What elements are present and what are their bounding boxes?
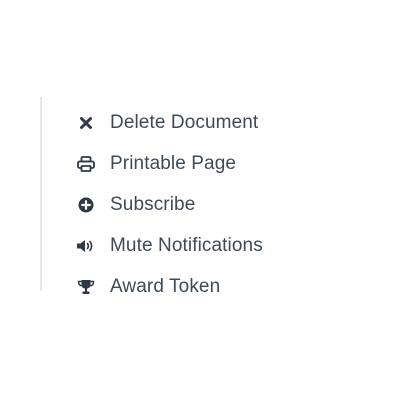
subscribe-item[interactable]: Subscribe (74, 184, 263, 225)
printable-page-item[interactable]: Printable Page (74, 143, 263, 184)
print-icon (74, 153, 98, 175)
mute-notifications-item[interactable]: Mute Notifications (74, 225, 263, 266)
delete-document-label: Delete Document (110, 111, 259, 133)
actions-list: Delete Document Printable Page Subscribe… (74, 102, 263, 307)
delete-document-item[interactable]: Delete Document (74, 102, 263, 143)
actions-menu: Delete Document Printable Page Subscribe… (40, 97, 340, 297)
subscribe-label: Subscribe (110, 193, 196, 215)
trophy-icon (74, 276, 98, 298)
page: Delete Document Printable Page Subscribe… (0, 0, 400, 400)
plus-circle-icon (74, 194, 98, 216)
mute-notifications-label: Mute Notifications (110, 234, 263, 256)
close-icon (74, 112, 98, 134)
award-token-label: Award Token (110, 275, 221, 297)
printable-page-label: Printable Page (110, 152, 237, 174)
volume-icon (74, 235, 98, 257)
award-token-item[interactable]: Award Token (74, 266, 263, 307)
